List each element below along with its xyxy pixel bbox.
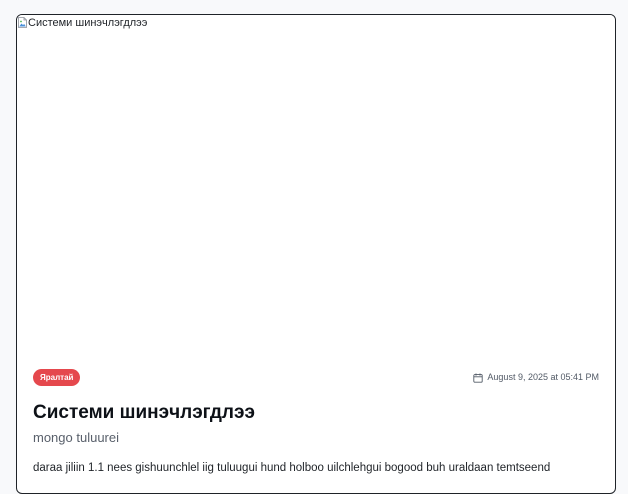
- post-meta-row: Яралтай August 9, 2025 at 05:41 PM: [33, 369, 599, 386]
- post-date: August 9, 2025 at 05:41 PM: [473, 371, 599, 384]
- post-hero-image: Системи шинэчлэгдлээ: [17, 15, 615, 355]
- category-badge: Яралтай: [33, 369, 81, 386]
- post-title[interactable]: Системи шинэчлэгдлээ: [33, 401, 255, 425]
- post-date-text: August 9, 2025 at 05:41 PM: [487, 372, 599, 382]
- calendar-icon: [473, 373, 484, 383]
- post-subtitle: mongo tuluurei: [33, 430, 119, 445]
- post-card[interactable]: Системи шинэчлэгдлээ Яралтай August 9, 2…: [16, 14, 616, 494]
- image-alt-text: Системи шинэчлэгдлээ: [28, 17, 148, 29]
- broken-image-icon: [18, 17, 27, 28]
